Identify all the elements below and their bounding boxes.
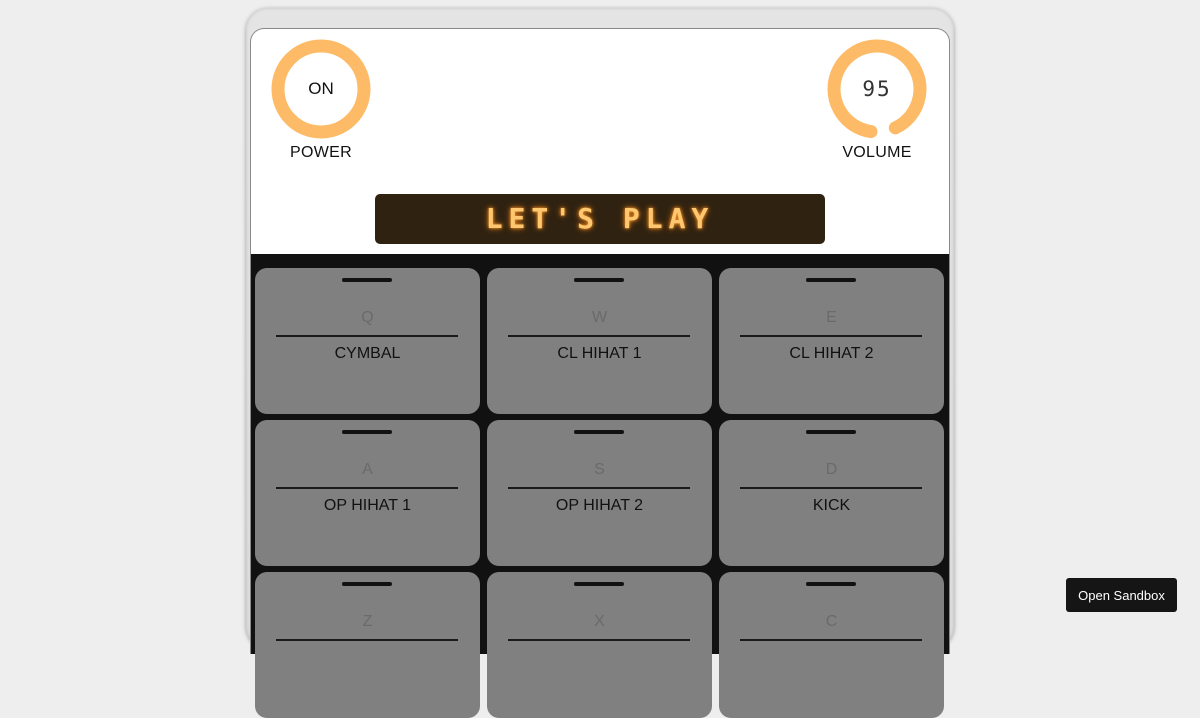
pad-notch (806, 430, 856, 434)
pad-key: D (825, 461, 838, 478)
pad-d[interactable]: D KICK (719, 420, 944, 566)
pad-notch (806, 278, 856, 282)
pad-z[interactable]: Z (255, 572, 480, 718)
pad-sound-name: OP HIHAT 1 (323, 497, 412, 514)
pad-divider (276, 639, 458, 641)
pads-area: Q CYMBAL W CL HIHAT 1 E CL HIHAT 2 A OP (250, 254, 950, 718)
pad-sound-name: CYMBAL (334, 345, 401, 362)
pad-key: A (362, 461, 373, 478)
pad-c[interactable]: C (719, 572, 944, 718)
status-display: LET'S PLAY (375, 194, 825, 244)
volume-control: 95 VOLUME (817, 39, 937, 162)
volume-knob[interactable]: 95 (827, 39, 927, 139)
pad-notch (342, 582, 392, 586)
control-panel: ON POWER 95 VOLUME LET'S PLAY (250, 28, 950, 255)
pad-x[interactable]: X (487, 572, 712, 718)
pad-notch (342, 430, 392, 434)
volume-value[interactable]: 95 (827, 39, 927, 139)
drum-machine: ON POWER 95 VOLUME LET'S PLAY Q CYMBAL W… (246, 8, 954, 718)
pad-sound-name: KICK (812, 497, 851, 514)
pad-w[interactable]: W CL HIHAT 1 (487, 268, 712, 414)
pad-notch (806, 582, 856, 586)
pad-divider (740, 487, 922, 489)
pad-key: Q (361, 309, 374, 326)
pad-divider (740, 639, 922, 641)
pad-notch (342, 278, 392, 282)
pad-divider (508, 487, 690, 489)
pad-key: Z (362, 613, 373, 630)
pad-divider (740, 335, 922, 337)
pad-notch (574, 582, 624, 586)
pad-divider (508, 335, 690, 337)
pad-grid: Q CYMBAL W CL HIHAT 1 E CL HIHAT 2 A OP (255, 268, 944, 718)
pad-s[interactable]: S OP HIHAT 2 (487, 420, 712, 566)
pad-notch (574, 430, 624, 434)
pad-e[interactable]: E CL HIHAT 2 (719, 268, 944, 414)
pad-key: X (594, 613, 605, 630)
pad-sound-name: CL HIHAT 1 (557, 345, 642, 362)
open-sandbox-button[interactable]: Open Sandbox (1066, 578, 1177, 612)
power-label: POWER (290, 144, 352, 161)
pad-divider (276, 335, 458, 337)
pad-key: E (826, 309, 837, 326)
pad-divider (276, 487, 458, 489)
power-control: ON POWER (261, 39, 381, 162)
volume-label: VOLUME (842, 144, 912, 161)
pad-notch (574, 278, 624, 282)
pad-key: C (825, 613, 838, 630)
pad-divider (508, 639, 690, 641)
pad-sound-name: CL HIHAT 2 (789, 345, 874, 362)
pad-q[interactable]: Q CYMBAL (255, 268, 480, 414)
pad-a[interactable]: A OP HIHAT 1 (255, 420, 480, 566)
power-knob[interactable]: ON (271, 39, 371, 139)
pad-key: S (594, 461, 605, 478)
pad-key: W (591, 309, 608, 326)
pad-sound-name: OP HIHAT 2 (555, 497, 644, 514)
power-value[interactable]: ON (271, 39, 371, 139)
